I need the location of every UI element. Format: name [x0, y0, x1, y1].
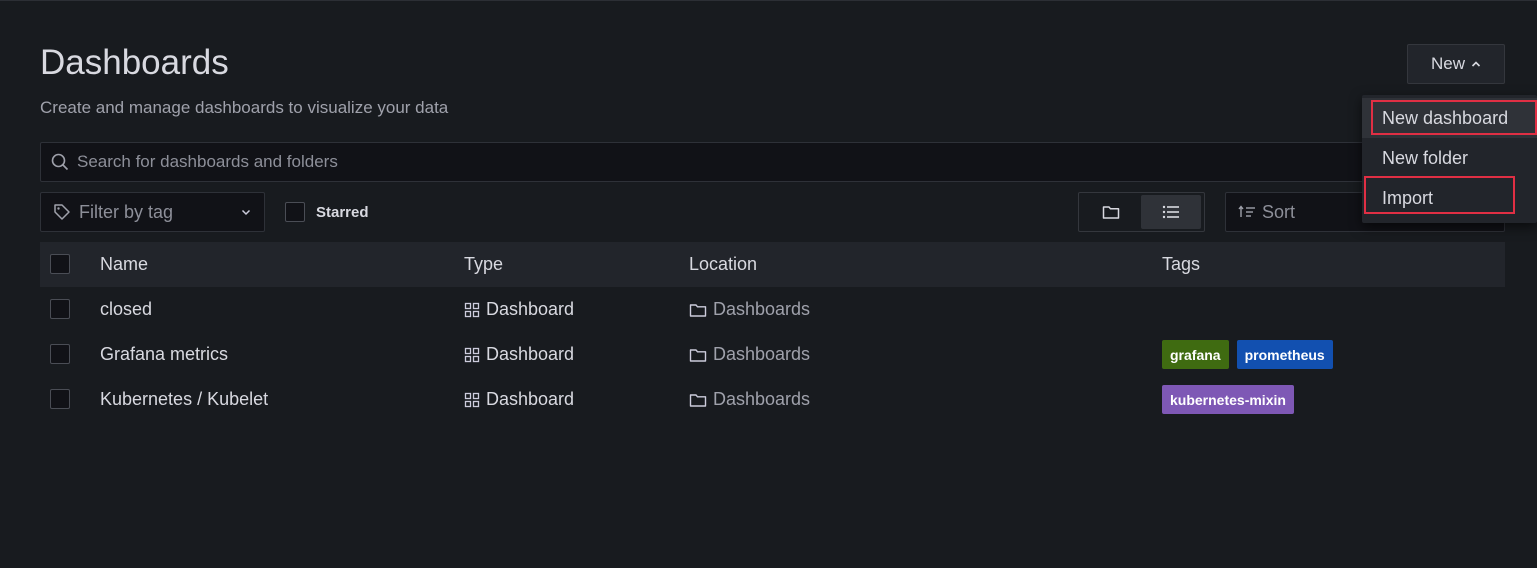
- row-location-label: Dashboards: [713, 344, 811, 364]
- starred-filter[interactable]: Starred: [285, 202, 369, 222]
- menu-item-import[interactable]: Import: [1362, 178, 1537, 218]
- row-type: Dashboard: [464, 332, 574, 377]
- folder-icon: [689, 348, 707, 362]
- search-icon: [51, 153, 69, 171]
- list-icon: [1162, 205, 1179, 219]
- tag-filter[interactable]: Filter by tag: [40, 192, 265, 232]
- row-type: Dashboard: [464, 377, 574, 422]
- tag-icon: [54, 204, 70, 220]
- row-type-label: Dashboard: [486, 389, 575, 409]
- list-view-button[interactable]: [1141, 195, 1201, 229]
- column-header-type[interactable]: Type: [464, 242, 503, 287]
- view-toggle: [1078, 192, 1205, 232]
- page-subtitle: Create and manage dashboards to visualiz…: [40, 98, 449, 117]
- folder-view-button[interactable]: [1081, 195, 1141, 229]
- row-location: Dashboards: [689, 287, 810, 332]
- folder-icon: [689, 303, 707, 317]
- row-type: Dashboard: [464, 287, 574, 332]
- column-header-name[interactable]: Name: [100, 242, 148, 287]
- menu-item-new-folder[interactable]: New folder: [1362, 138, 1537, 178]
- row-tags: kubernetes-mixin: [1162, 377, 1302, 422]
- search-input[interactable]: [77, 152, 1369, 172]
- tag-badge[interactable]: prometheus: [1236, 340, 1333, 369]
- row-location: Dashboards: [689, 332, 810, 377]
- dashboard-grid-icon: [464, 302, 480, 317]
- menu-item-label: New dashboard: [1382, 107, 1509, 128]
- new-button-label: New: [1430, 54, 1465, 73]
- tag-filter-placeholder: Filter by tag: [79, 201, 174, 222]
- new-button[interactable]: New: [1407, 44, 1505, 84]
- tag-badge[interactable]: kubernetes-mixin: [1162, 385, 1294, 414]
- folder-icon: [689, 393, 707, 407]
- row-location: Dashboards: [689, 377, 810, 422]
- search-box[interactable]: [40, 142, 1370, 182]
- dashboard-grid-icon: [464, 392, 480, 407]
- row-type-label: Dashboard: [486, 344, 575, 364]
- dashboard-grid-icon: [464, 347, 480, 362]
- table-row[interactable]: closed Dashboard Dashboards: [40, 287, 1505, 332]
- table-row[interactable]: Kubernetes / Kubelet Dashboard Dashboard…: [40, 377, 1505, 422]
- menu-item-label: Import: [1382, 187, 1434, 208]
- starred-label: Starred: [316, 203, 369, 221]
- column-header-tags[interactable]: Tags: [1162, 242, 1200, 287]
- row-type-label: Dashboard: [486, 299, 575, 319]
- sort-placeholder: Sort: [1262, 201, 1296, 222]
- row-tags: grafana prometheus: [1162, 332, 1341, 377]
- row-checkbox[interactable]: [50, 299, 70, 319]
- starred-checkbox[interactable]: [285, 202, 305, 222]
- menu-item-label: New folder: [1382, 147, 1469, 168]
- row-name-link[interactable]: closed: [100, 287, 152, 332]
- row-name-link[interactable]: Grafana metrics: [100, 332, 228, 377]
- menu-item-new-dashboard[interactable]: New dashboard: [1362, 98, 1537, 138]
- row-checkbox[interactable]: [50, 389, 70, 409]
- table-header: Name Type Location Tags: [40, 242, 1505, 287]
- chevron-up-icon: [1471, 61, 1481, 67]
- row-location-label: Dashboards: [713, 389, 811, 409]
- sort-icon: [1238, 205, 1255, 217]
- chevron-down-icon: [241, 209, 251, 216]
- table-row[interactable]: Grafana metrics Dashboard Dashboards gra…: [40, 332, 1505, 377]
- page-title: Dashboards: [40, 43, 229, 82]
- column-header-location[interactable]: Location: [689, 242, 757, 287]
- tag-badge[interactable]: grafana: [1162, 340, 1229, 369]
- new-menu: New dashboard New folder Import: [1362, 95, 1537, 223]
- row-checkbox[interactable]: [50, 344, 70, 364]
- row-name-link[interactable]: Kubernetes / Kubelet: [100, 377, 268, 422]
- select-all-checkbox[interactable]: [50, 254, 70, 274]
- folder-icon: [1102, 206, 1120, 219]
- row-location-label: Dashboards: [713, 299, 811, 319]
